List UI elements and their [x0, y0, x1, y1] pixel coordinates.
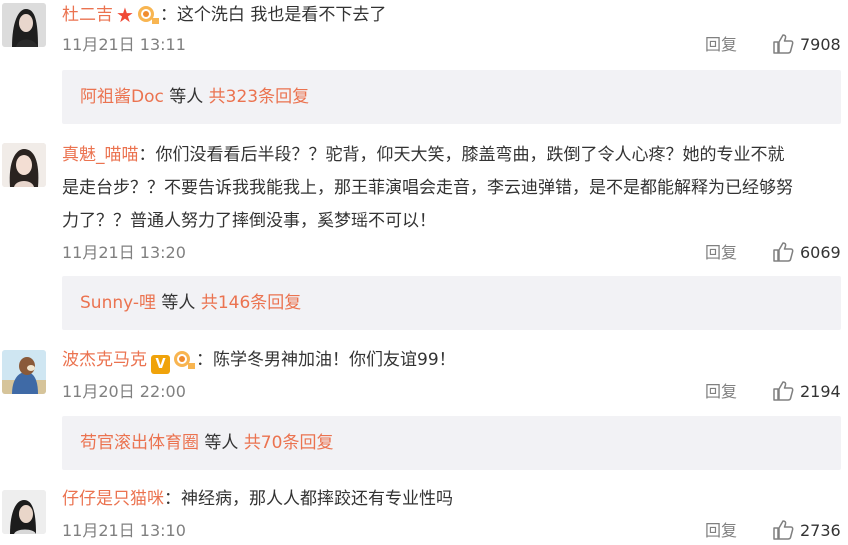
sub-reply-total-link[interactable]: 共70条回复: [244, 433, 334, 453]
comment-meta: 11月21日 13:20 回复 6069: [62, 241, 841, 265]
thumbs-up-icon[interactable]: [772, 519, 794, 541]
comment-text-line: 真魅_喵喵：你们没看看后半段？？驼背，仰天大笑，膝盖弯曲，跌倒了令人心疼？她的专…: [62, 140, 832, 170]
medal-badge-icon: [172, 349, 196, 369]
sub-replies-box[interactable]: Sunny-哩 等人 共146条回复: [62, 276, 841, 330]
comment-text: ：这个洗白 我也是看不下去了: [159, 5, 387, 25]
medal-badge-icon: [136, 4, 160, 24]
sub-reply-and-others: 等人: [169, 87, 204, 107]
reply-button[interactable]: 回复: [705, 241, 737, 265]
thumbs-up-icon[interactable]: [772, 33, 794, 55]
comment-text-line: 力了？？普通人努力了摔倒没事，奚梦瑶不可以！: [62, 206, 832, 236]
star-badge-icon: ★: [116, 3, 134, 27]
avatar[interactable]: [2, 143, 46, 187]
comment-text: ：你们没看看后半段？？驼背，仰天大笑，膝盖弯曲，跌倒了令人心疼？她的专业不就: [138, 145, 785, 165]
thumbs-up-icon[interactable]: [772, 241, 794, 263]
comment-text-line: 是走台步？？不要告诉我我能我上，那王菲演唱会走音，李云迪弹错，是不是都能解释为已…: [62, 173, 832, 203]
like-count: 2194: [800, 382, 841, 401]
like-count: 7908: [800, 35, 841, 54]
sub-reply-and-others: 等人: [204, 433, 239, 453]
username-link[interactable]: 真魅_喵喵: [62, 145, 139, 165]
timestamp: 11月21日 13:10: [62, 521, 186, 540]
comment-meta: 11月20日 22:00 回复 2194: [62, 380, 841, 404]
username-link[interactable]: 仔仔是只猫咪: [62, 489, 164, 509]
sub-reply-total-link[interactable]: 共323条回复: [209, 87, 309, 107]
sub-reply-total-link[interactable]: 共146条回复: [201, 293, 301, 313]
avatar[interactable]: [2, 3, 46, 47]
like-count: 2736: [800, 521, 841, 540]
comment-text: 力了？？普通人努力了摔倒没事，奚梦瑶不可以！: [62, 211, 436, 231]
reply-button[interactable]: 回复: [705, 380, 737, 404]
comment-text-line: 仔仔是只猫咪：神经病，那人人都摔跤还有专业性吗: [62, 484, 832, 514]
sub-replies-box[interactable]: 苟官滚出体育圈 等人 共70条回复: [62, 416, 841, 470]
timestamp: 11月21日 13:11: [62, 35, 186, 54]
comment-text: ：神经病，那人人都摔跤还有专业性吗: [164, 489, 453, 509]
comment-meta: 11月21日 13:11 回复 7908: [62, 33, 841, 57]
reply-button[interactable]: 回复: [705, 33, 737, 57]
vip-v-badge-icon: V: [151, 355, 170, 374]
sub-reply-and-others: 等人: [161, 293, 196, 313]
sub-replies-box[interactable]: 阿祖酱Doc 等人 共323条回复: [62, 70, 841, 124]
comment-text: 是走台步？？不要告诉我我能我上，那王菲演唱会走音，李云迪弹错，是不是都能解释为已…: [62, 178, 793, 198]
sub-reply-user[interactable]: 阿祖酱Doc: [80, 87, 164, 107]
sub-reply-user[interactable]: Sunny-哩: [80, 293, 156, 313]
avatar[interactable]: [2, 350, 46, 394]
comment-text-line: 波杰克马克 V ：陈学冬男神加油！你们友谊99！: [62, 345, 832, 375]
like-count: 6069: [800, 243, 841, 262]
thumbs-up-icon[interactable]: [772, 380, 794, 402]
username-link[interactable]: 波杰克马克: [62, 350, 147, 370]
timestamp: 11月20日 22:00: [62, 382, 186, 401]
comment-text-line: 杜二吉 ★ ：这个洗白 我也是看不下去了: [62, 0, 832, 30]
sub-reply-user[interactable]: 苟官滚出体育圈: [80, 433, 199, 453]
username-link[interactable]: 杜二吉: [62, 5, 113, 25]
avatar[interactable]: [2, 490, 46, 534]
comment-text: ：陈学冬男神加油！你们友谊99！: [196, 350, 456, 370]
reply-button[interactable]: 回复: [705, 519, 737, 543]
comment-meta: 11月21日 13:10 回复 2736: [62, 519, 841, 543]
timestamp: 11月21日 13:20: [62, 243, 186, 262]
